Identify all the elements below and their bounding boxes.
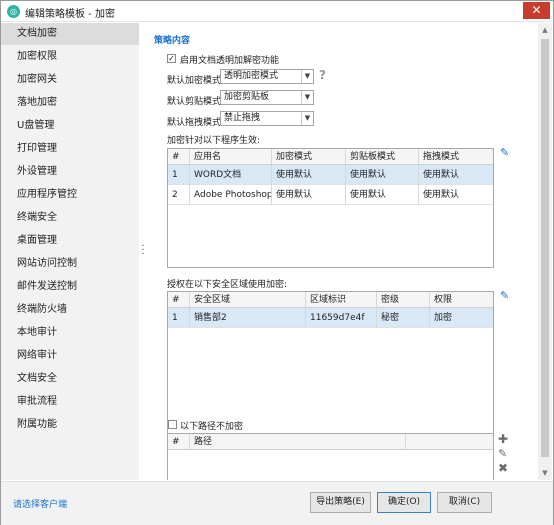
column-header[interactable]: 拖拽模式 — [419, 149, 495, 165]
export-policy-button[interactable]: 导出策略(E) — [310, 492, 371, 513]
table-header: # 应用名 加密模式 剪贴板模式 拖拽模式 — [168, 149, 493, 165]
table-header: # 安全区域 区域标识 密级 权限 — [168, 292, 493, 308]
sidebar-item-auxiliary[interactable]: 附属功能 — [1, 414, 139, 436]
policy-content: 策略内容 ✓ 启用文档透明加解密功能 默认加密模式 透明加密模式 ▼ ? 默认剪… — [149, 23, 537, 480]
column-header[interactable]: 权限 — [430, 292, 495, 308]
zones-caption: 授权在以下安全区域使用加密: — [167, 280, 288, 290]
sidebar-item-mail-control[interactable]: 邮件发送控制 — [1, 276, 139, 298]
table-cell: 使用默认 — [423, 190, 460, 200]
drag-mode-value: 禁止拖拽 — [224, 113, 261, 123]
sidebar-item-document-security[interactable]: 文档安全 — [1, 368, 139, 390]
sidebar-item-encrypt-permission[interactable]: 加密权限 — [1, 46, 139, 68]
sidebar-item-approval-flow[interactable]: 审批流程 — [1, 391, 139, 413]
title-bar: ◎ 编辑策略模板 - 加密 ✕ — [1, 1, 553, 22]
table-cell: Adobe Photoshop — [190, 185, 272, 205]
close-button[interactable]: ✕ — [523, 2, 550, 19]
drag-mode-label: 默认拖拽模式 — [167, 118, 222, 128]
sidebar-item-local-audit[interactable]: 本地审计 — [1, 322, 139, 344]
window-title: 编辑策略模板 - 加密 — [25, 9, 115, 20]
table-cell: WORD文档 — [190, 165, 272, 185]
chevron-down-icon: ▼ — [301, 70, 313, 83]
table-cell: 11659d7e4f — [306, 308, 377, 328]
chevron-down-icon: ▼ — [301, 91, 313, 104]
column-header[interactable]: # — [168, 292, 190, 308]
table-cell: 使用默认 — [272, 185, 346, 205]
table-cell: 使用默认 — [272, 165, 346, 185]
column-header[interactable]: 应用名 — [190, 149, 272, 165]
clipboard-mode-select[interactable]: 加密剪贴板 ▼ — [220, 90, 314, 105]
table-row[interactable]: 1 销售部2 11659d7e4f 秘密 加密 — [168, 308, 493, 328]
sidebar-item-web-access-control[interactable]: 网站访问控制 — [1, 253, 139, 275]
programs-table: # 应用名 加密模式 剪贴板模式 拖拽模式 1 WORD文档 使用默认 使用默认… — [167, 148, 494, 268]
sidebar-item-network-audit[interactable]: 网络审计 — [1, 345, 139, 367]
cancel-button[interactable]: 取消(C) — [437, 492, 492, 513]
sidebar-item-doc-encrypt[interactable]: 文档加密 — [1, 23, 139, 45]
path-table: # 路径 — [167, 433, 494, 480]
table-cell: 销售部2 — [190, 308, 306, 328]
enable-encryption-label: 启用文档透明加解密功能 — [180, 56, 280, 66]
table-cell: 秘密 — [377, 308, 430, 328]
ok-button[interactable]: 确定(O) — [377, 492, 431, 513]
edit-zones-icon[interactable]: ✎ — [500, 289, 509, 302]
programs-caption: 加密针对以下程序生效: — [167, 136, 261, 146]
column-header[interactable]: 加密模式 — [272, 149, 346, 165]
sidebar-item-landing-encrypt[interactable]: 落地加密 — [1, 92, 139, 114]
edit-path-icon[interactable]: ✎ — [498, 447, 507, 460]
table-cell: 1 — [168, 165, 190, 185]
sidebar-item-endpoint-security[interactable]: 终端安全 — [1, 207, 139, 229]
sidebar-item-desktop-management[interactable]: 桌面管理 — [1, 230, 139, 252]
column-header[interactable]: 路径 — [190, 434, 406, 450]
help-icon[interactable]: ? — [319, 68, 326, 82]
encrypt-mode-label: 默认加密模式 — [167, 76, 222, 86]
delete-path-icon[interactable]: ✖ — [498, 461, 508, 475]
sidebar-item-print-management[interactable]: 打印管理 — [1, 138, 139, 160]
sidebar-item-firewall[interactable]: 终端防火墙 — [1, 299, 139, 321]
add-path-icon[interactable]: ✚ — [498, 432, 508, 446]
sidebar: 文档加密 加密权限 加密网关 落地加密 U盘管理 打印管理 外设管理 应用程序管… — [1, 23, 139, 480]
sidebar-item-usb-management[interactable]: U盘管理 — [1, 115, 139, 137]
column-header[interactable]: 剪贴板模式 — [346, 149, 419, 165]
clipboard-mode-value: 加密剪贴板 — [224, 92, 270, 102]
sidebar-item-app-control[interactable]: 应用程序管控 — [1, 184, 139, 206]
table-cell: 使用默认 — [423, 170, 460, 180]
app-icon: ◎ — [7, 5, 20, 18]
table-cell: 加密 — [434, 313, 453, 323]
dialog-window: ◎ 编辑策略模板 - 加密 ✕ 文档加密 加密权限 加密网关 落地加密 U盘管理… — [0, 0, 554, 525]
section-title: 策略内容 — [154, 36, 191, 46]
table-cell: 2 — [168, 185, 190, 205]
footer-bar: 请选择客户端 导出策略(E) 确定(O) 取消(C) — [1, 481, 553, 525]
column-header[interactable]: 区域标识 — [306, 292, 377, 308]
edit-programs-icon[interactable]: ✎ — [500, 146, 509, 159]
clipboard-mode-label: 默认剪贴模式 — [167, 97, 222, 107]
table-row[interactable]: 1 WORD文档 使用默认 使用默认 使用默认 — [168, 165, 493, 185]
exclude-path-checkbox[interactable] — [168, 420, 177, 429]
table-cell: 使用默认 — [346, 185, 419, 205]
encrypt-mode-value: 透明加密模式 — [224, 71, 279, 81]
scroll-thumb[interactable] — [541, 39, 549, 457]
column-header[interactable]: 密级 — [377, 292, 430, 308]
table-row[interactable]: 2 Adobe Photoshop 使用默认 使用默认 使用默认 — [168, 185, 493, 205]
enable-encryption-checkbox[interactable]: ✓ — [167, 54, 176, 63]
sidebar-item-encrypt-gateway[interactable]: 加密网关 — [1, 69, 139, 91]
column-header[interactable]: # — [168, 149, 190, 165]
scroll-up-icon[interactable]: ▲ — [538, 23, 552, 37]
select-client-link[interactable]: 请选择客户端 — [13, 497, 67, 510]
table-cell: 使用默认 — [346, 165, 419, 185]
exclude-path-label: 以下路径不加密 — [180, 422, 244, 432]
column-header[interactable]: # — [168, 434, 190, 450]
vertical-scrollbar[interactable]: ▲ ▼ — [538, 23, 552, 480]
table-cell: 1 — [168, 308, 190, 328]
close-icon: ✕ — [531, 3, 542, 17]
splitter-handle[interactable]: · · · — [141, 242, 145, 260]
scroll-down-icon[interactable]: ▼ — [538, 466, 552, 480]
drag-mode-select[interactable]: 禁止拖拽 ▼ — [220, 111, 314, 126]
table-header: # 路径 — [168, 434, 493, 450]
chevron-down-icon: ▼ — [301, 112, 313, 125]
encrypt-mode-select[interactable]: 透明加密模式 ▼ — [220, 69, 314, 84]
sidebar-item-peripheral-management[interactable]: 外设管理 — [1, 161, 139, 183]
column-header[interactable]: 安全区域 — [190, 292, 306, 308]
